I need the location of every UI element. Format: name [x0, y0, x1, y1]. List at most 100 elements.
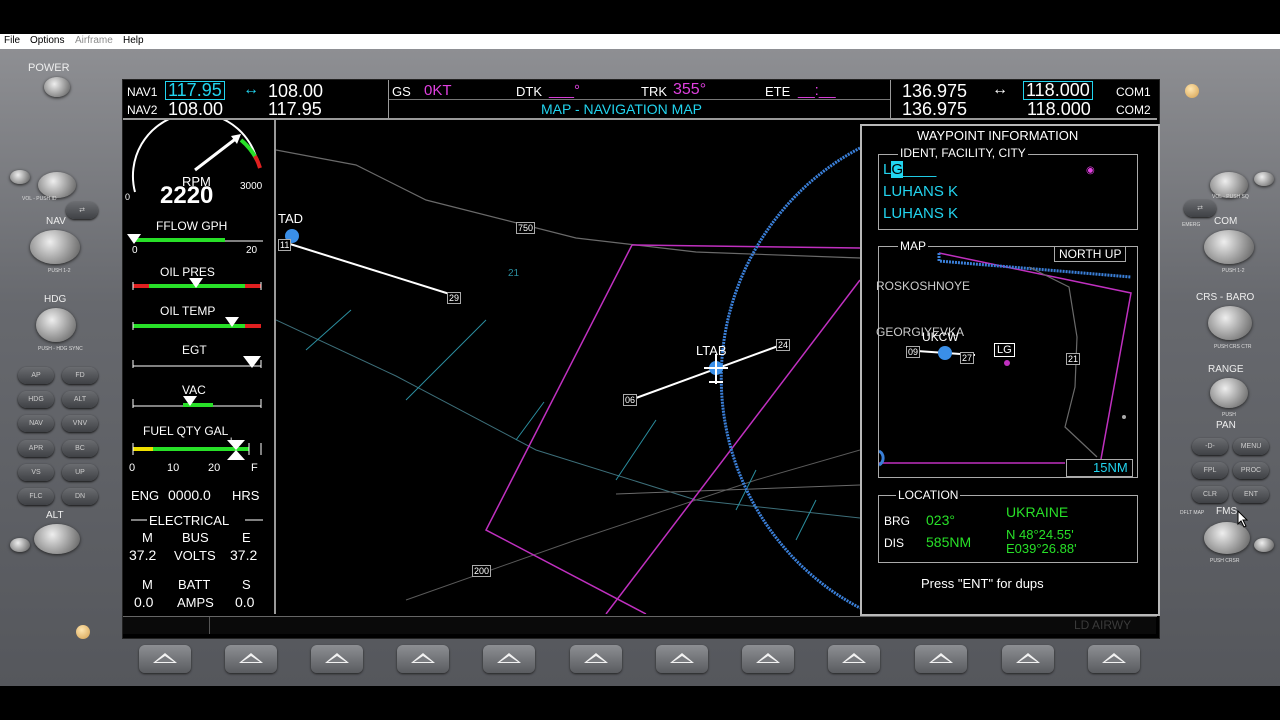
com2-active-freq: 136.975	[902, 99, 968, 119]
com1-label: COM1	[1116, 85, 1151, 99]
softkey-12[interactable]	[1088, 645, 1140, 673]
nav-knob[interactable]	[30, 230, 80, 264]
softkey-label-5	[468, 617, 555, 634]
rpm-min-label: 0	[125, 192, 131, 202]
power-knob[interactable]	[44, 77, 70, 97]
vs-button[interactable]: VS	[18, 464, 54, 481]
nav-button[interactable]: NAV	[18, 415, 54, 432]
menu-airframe[interactable]: Airframe	[75, 35, 113, 46]
nav1-swap-arrow: ↔	[243, 81, 259, 98]
north-up-label: NORTH UP	[1054, 246, 1127, 262]
nav1-active-freq[interactable]: 117.95	[165, 81, 225, 100]
tad-runway-11-tag: 11	[278, 239, 292, 251]
nav1-label: NAV1	[127, 85, 158, 99]
fd-button[interactable]: FD	[62, 367, 98, 384]
com-vol-side-knob[interactable]	[1254, 172, 1274, 186]
alt-button[interactable]: ALT	[62, 391, 98, 408]
softkey-3[interactable]	[311, 645, 363, 673]
com-swap-button[interactable]: ⇄	[1184, 200, 1216, 217]
menu-button[interactable]: MENU	[1233, 438, 1269, 455]
menu-options[interactable]: Options	[30, 35, 64, 46]
softkey-label-7	[640, 617, 727, 634]
batt-label: BATT	[178, 577, 211, 592]
gs-label: GS	[392, 84, 411, 99]
proc-button[interactable]: PROC	[1233, 462, 1269, 479]
alt-knob[interactable]	[34, 524, 80, 554]
clr-button[interactable]: CLR	[1192, 486, 1228, 503]
menu-file[interactable]: File	[4, 35, 20, 46]
softkey-7[interactable]	[656, 645, 708, 673]
ukcw-airport-label: UKCW	[922, 330, 959, 344]
com-knob[interactable]	[1204, 230, 1254, 264]
dtk-value: ___°	[549, 82, 581, 99]
pan-label: PAN	[1216, 420, 1236, 431]
nav-vol-knob[interactable]	[38, 172, 76, 198]
bezel-photocell-left	[76, 625, 90, 639]
nav2-standby-freq: 117.95	[268, 99, 322, 119]
oil-pres-label: OIL PRES	[160, 265, 215, 279]
rpm-value: 2220	[160, 182, 214, 209]
com1-standby-freq[interactable]: 118.000	[1023, 81, 1093, 100]
softkey-11[interactable]	[1002, 645, 1054, 673]
fuel-left-marker: L	[230, 436, 236, 446]
softkey-6[interactable]	[570, 645, 622, 673]
nav2-label: NAV2	[127, 103, 158, 117]
nav-swap-button[interactable]: ⇄	[66, 202, 98, 219]
tad-runway-29-tag: 29	[447, 292, 462, 304]
brg-label: BRG	[884, 514, 911, 528]
softkey-arrow-inner-icon	[500, 656, 518, 662]
softkey-10[interactable]	[915, 645, 967, 673]
fms-side-knob[interactable]	[1254, 538, 1274, 552]
egt-label: EGT	[182, 343, 207, 357]
nav-vol-side-knob[interactable]	[10, 170, 30, 184]
up-button[interactable]: UP	[62, 464, 98, 481]
alt-side-knob[interactable]	[10, 538, 30, 552]
bc-button[interactable]: BC	[62, 440, 98, 457]
softkey-2[interactable]	[225, 645, 277, 673]
fuel-qty-label: FUEL QTY GAL	[143, 424, 229, 438]
trk-value: 355°	[673, 81, 707, 98]
fpl-button[interactable]: FPL	[1192, 462, 1228, 479]
ent-button[interactable]: ENT	[1233, 486, 1269, 503]
softkey-label-2	[210, 617, 297, 634]
push-crs-ctr-label: PUSH CRS CTR	[1214, 344, 1252, 350]
softkey-label-8	[726, 617, 813, 634]
fuel-tick-10: 10	[167, 462, 180, 474]
ukcw-runway-27-tag: 27	[960, 352, 975, 364]
crs-baro-knob[interactable]	[1208, 306, 1252, 340]
nav2-active-freq: 108.00	[168, 99, 224, 119]
fuel-tick-0: 0	[129, 462, 136, 474]
power-label: POWER	[28, 62, 70, 74]
navigation-map[interactable]	[276, 120, 860, 614]
window-top-strip	[0, 0, 1280, 34]
ident-input[interactable]: LG____	[883, 161, 936, 178]
softkey-5[interactable]	[483, 645, 535, 673]
hdg-button[interactable]: HDG	[18, 391, 54, 408]
trk-label: TRK	[641, 84, 667, 99]
softkey-4[interactable]	[397, 645, 449, 673]
softkey-arrow-inner-icon	[414, 656, 432, 662]
apr-button[interactable]: APR	[18, 440, 54, 457]
rpm-max-label: 3000	[240, 181, 263, 192]
softkey-1[interactable]	[139, 645, 191, 673]
inset-map-range: 15NM	[1066, 459, 1133, 477]
press-ent-message: Press "ENT" for dups	[921, 576, 1044, 591]
direct-to-button[interactable]: -D-	[1192, 438, 1228, 455]
country-value: UKRAINE	[1006, 504, 1069, 520]
range-knob[interactable]	[1210, 378, 1248, 408]
softkey-8[interactable]	[742, 645, 794, 673]
softkey-arrow-inner-icon	[328, 656, 346, 662]
menu-help[interactable]: Help	[123, 35, 144, 46]
menu-bar: File Options Airframe Help	[0, 34, 1280, 49]
softkey-9[interactable]	[828, 645, 880, 673]
flc-button[interactable]: FLC	[18, 488, 54, 505]
volts-m-value: 37.2	[129, 547, 157, 563]
softkey-label-1	[123, 617, 210, 634]
softkey-arrow-inner-icon	[1019, 656, 1037, 662]
ap-button[interactable]: AP	[18, 367, 54, 384]
vnv-button[interactable]: VNV	[62, 415, 98, 432]
dn-button[interactable]: DN	[62, 488, 98, 505]
dis-label: DIS	[884, 536, 905, 550]
city-name: LUHANS K	[883, 205, 959, 222]
hdg-knob[interactable]	[36, 308, 76, 342]
